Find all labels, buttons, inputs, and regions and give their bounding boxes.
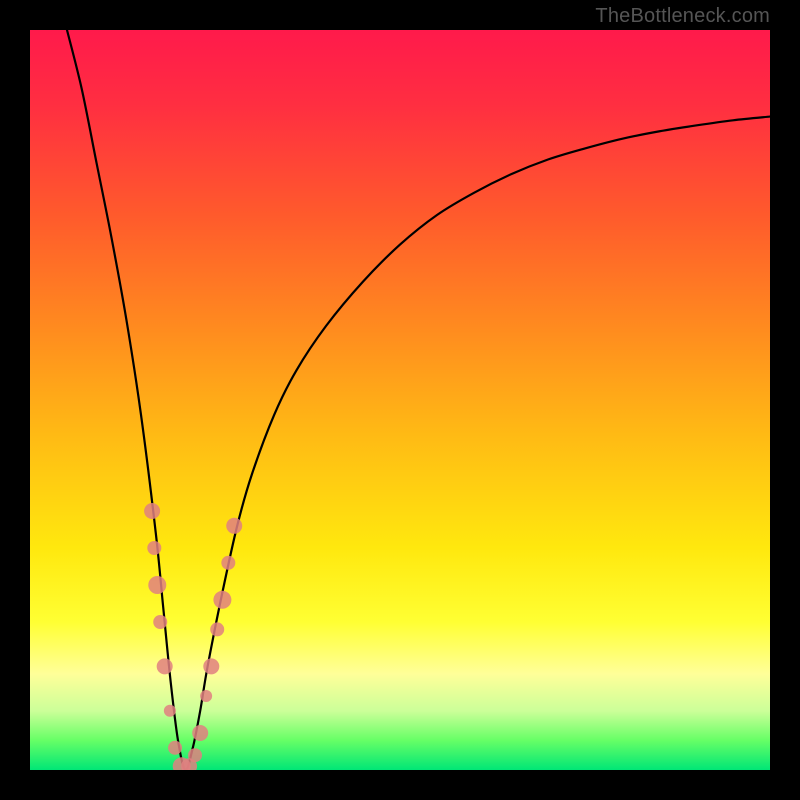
chart-svg [30,30,770,770]
watermark-text: TheBottleneck.com [595,5,770,28]
marker-point [203,658,219,674]
marker-point [157,658,173,674]
marker-point [164,705,176,717]
marker-point [148,576,166,594]
marker-point [192,725,208,741]
marker-point [221,556,235,570]
chart-container: TheBottleneck.com [0,0,800,800]
marker-point [213,591,231,609]
gradient-background [30,30,770,770]
marker-point [188,748,202,762]
marker-point [200,690,212,702]
marker-point [147,541,161,555]
marker-point [210,622,224,636]
plot-area [30,30,770,770]
marker-point [168,741,182,755]
marker-point [153,615,167,629]
marker-point [144,503,160,519]
marker-point [226,518,242,534]
